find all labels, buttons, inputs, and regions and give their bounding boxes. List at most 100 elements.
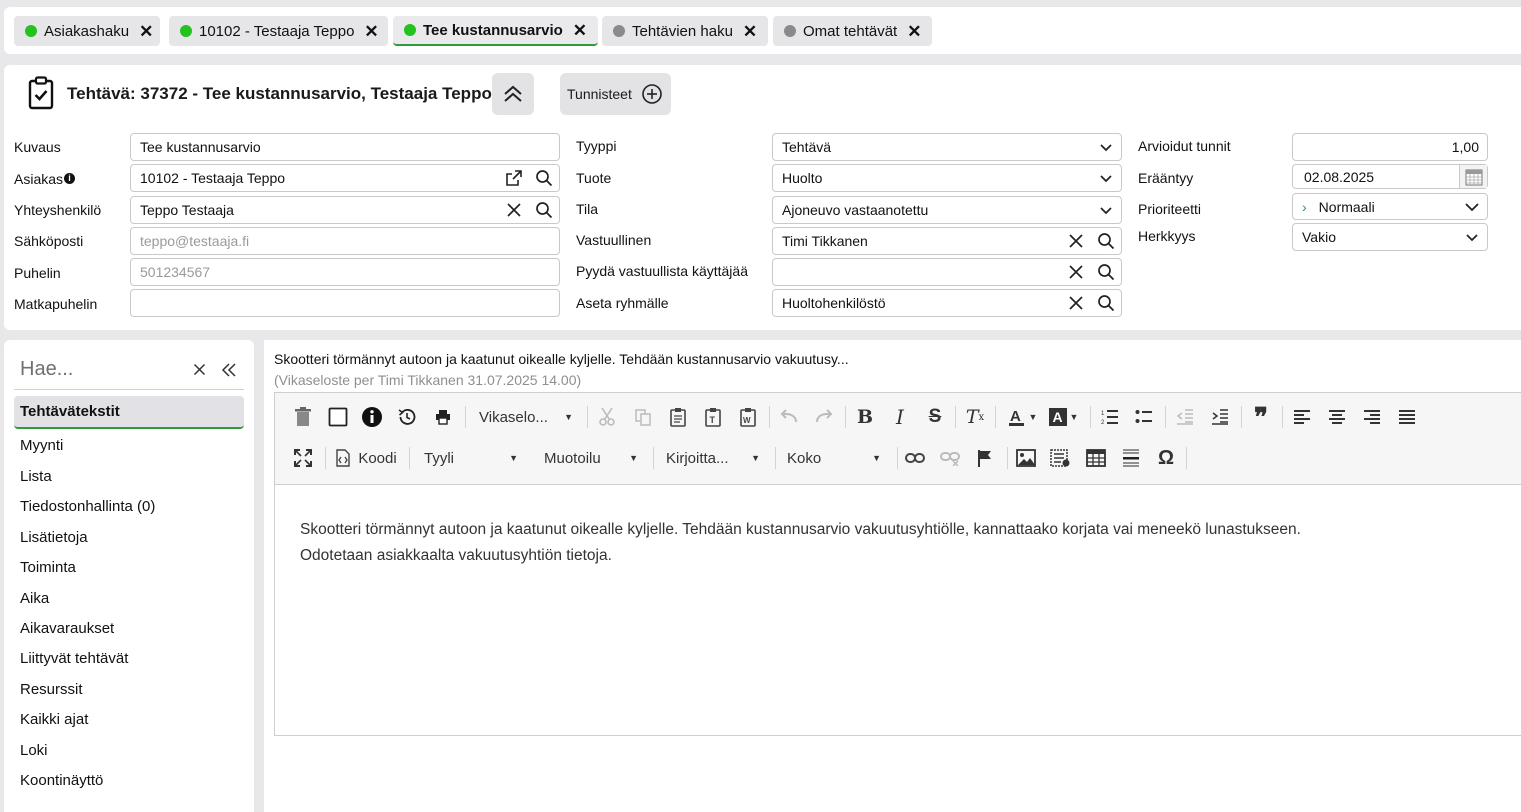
text-color-icon[interactable]: A ▼ [1005,403,1039,431]
bold-icon[interactable]: B [853,403,877,431]
maximize-icon[interactable] [291,444,315,472]
paste-text-icon[interactable]: T [701,403,725,431]
herkkyys-select[interactable]: Vakio [1292,223,1488,251]
yhteyshenkilo-field[interactable]: Teppo Testaaja [130,196,560,224]
bullet-list-icon[interactable] [1132,403,1156,431]
format-dropdown[interactable]: Muotoilu ▼ [544,444,644,472]
align-right-icon[interactable] [1360,403,1384,431]
remove-format-icon[interactable]: Tx [963,403,987,431]
sidebar-item-aika[interactable]: Aika [14,583,244,613]
sidebar-item-liittyvat-tehtavat[interactable]: Liittyvät tehtävät [14,643,244,673]
tila-select[interactable]: Ajoneuvo vastaanotettu [772,196,1122,224]
search-icon[interactable] [529,201,559,219]
trash-icon[interactable] [291,403,315,431]
horizontal-rule-icon[interactable] [1119,444,1143,472]
numbered-list-icon[interactable]: 12 [1098,403,1122,431]
search-icon[interactable] [529,169,559,187]
info-icon[interactable]: i [64,173,76,184]
open-external-icon[interactable] [499,169,529,187]
rich-text-editor[interactable]: Vikaselo... ▼ T W B I S T x A ▼ A ▼ 1 2 … [274,392,1521,736]
embed-media-icon[interactable] [1048,444,1072,472]
sidebar-item-tehtavatekstit[interactable]: Tehtävätekstit [14,396,244,429]
tags-button[interactable]: Tunnisteet [560,73,671,115]
style-dropdown[interactable]: Tyyli ▼ [424,444,524,472]
tab-tehtavien-haku[interactable]: Tehtävien haku ✕ [602,16,768,46]
search-icon[interactable] [1091,232,1121,250]
clear-icon[interactable] [499,202,529,218]
tab-customer[interactable]: 10102 - Testaaja Teppo ✕ [169,16,388,46]
italic-icon[interactable]: I [888,403,912,431]
outdent-icon[interactable] [1173,403,1197,431]
table-icon[interactable] [1084,444,1108,472]
paste-word-icon[interactable]: W [736,403,760,431]
checkbox-icon[interactable] [326,403,350,431]
sidebar-item-loki[interactable]: Loki [14,735,244,765]
blockquote-icon[interactable]: ❞ [1249,402,1273,432]
ryhma-field[interactable]: Huoltohenkilöstö [772,289,1122,317]
unlink-icon[interactable] [938,444,962,472]
close-icon[interactable]: ✕ [364,23,378,40]
pyyda-field[interactable] [772,258,1122,286]
background-color-icon[interactable]: A ▼ [1046,403,1080,431]
arvioidut-field[interactable]: 1,00 [1292,133,1488,161]
link-icon[interactable] [903,444,927,472]
image-icon[interactable] [1014,444,1038,472]
clear-icon[interactable] [1061,233,1091,249]
search-icon[interactable] [1091,263,1121,281]
paste-icon[interactable] [666,403,690,431]
sidebar-item-kaikki-ajat[interactable]: Kaikki ajat [14,704,244,734]
align-justify-icon[interactable] [1395,403,1419,431]
puhelin-field[interactable]: 501234567 [130,258,560,286]
font-dropdown[interactable]: Kirjoitta... ▼ [666,444,766,472]
clear-icon[interactable] [1061,295,1091,311]
collapse-sidebar-icon[interactable] [214,362,244,377]
indent-icon[interactable] [1208,403,1232,431]
align-left-icon[interactable] [1290,403,1314,431]
editor-content[interactable]: Skootteri törmännyt autoon ja kaatunut o… [300,517,1301,569]
sidebar-item-tiedostonhallinta[interactable]: Tiedostonhallinta (0) [14,491,244,521]
template-dropdown[interactable]: Vikaselo... ▼ [479,403,579,431]
align-center-icon[interactable] [1325,403,1349,431]
collapse-button[interactable] [492,73,534,115]
search-icon[interactable] [1091,294,1121,312]
tab-asiakashaku[interactable]: Asiakashaku ✕ [14,16,160,46]
asiakas-field[interactable]: 10102 - Testaaja Teppo [130,164,560,192]
copy-icon[interactable] [631,403,655,431]
sidebar-item-resurssit[interactable]: Resurssit [14,674,244,704]
close-icon[interactable]: ✕ [573,22,587,39]
tab-tee-kustannusarvio[interactable]: Tee kustannusarvio ✕ [393,16,598,46]
eraantyy-field[interactable]: 02.08.2025 [1292,164,1488,189]
sidebar-item-lista[interactable]: Lista [14,461,244,491]
size-dropdown[interactable]: Koko ▼ [787,444,887,472]
sidebar-search[interactable]: Hae... [14,350,244,390]
close-icon[interactable]: ✕ [743,23,757,40]
sidebar-item-koontinaytto[interactable]: Koontinäyttö [14,765,244,795]
sidebar-item-aikavaraukset[interactable]: Aikavaraukset [14,613,244,643]
undo-icon[interactable] [777,403,801,431]
special-character-icon[interactable]: Ω [1154,444,1178,472]
vastuullinen-field[interactable]: Timi Tikkanen [772,227,1122,255]
prioriteetti-select[interactable]: › Normaali [1292,193,1488,220]
tuote-select[interactable]: Huolto [772,164,1122,192]
sidebar-item-toiminta[interactable]: Toiminta [14,552,244,582]
matkapuhelin-field[interactable] [130,289,560,317]
info-icon[interactable] [360,403,384,431]
clear-icon[interactable] [184,363,214,376]
strikethrough-icon[interactable]: S [923,403,947,431]
calendar-icon[interactable] [1459,165,1487,188]
sidebar-item-lisatietoja[interactable]: Lisätietoja [14,522,244,552]
tyyppi-select[interactable]: Tehtävä [772,133,1122,161]
source-code-button[interactable]: Koodi [333,444,399,472]
cut-icon[interactable] [595,403,619,431]
redo-icon[interactable] [812,403,836,431]
kuvaus-field[interactable]: Tee kustannusarvio [130,133,560,161]
sidebar-item-myynti[interactable]: Myynti [14,430,244,460]
close-icon[interactable]: ✕ [907,23,921,40]
clear-icon[interactable] [1061,264,1091,280]
tab-omat-tehtavat[interactable]: Omat tehtävät ✕ [773,16,932,46]
history-icon[interactable] [395,403,419,431]
print-icon[interactable] [431,403,455,431]
close-icon[interactable]: ✕ [139,23,153,40]
anchor-flag-icon[interactable] [973,444,997,472]
search-input[interactable]: Hae... [14,358,184,381]
